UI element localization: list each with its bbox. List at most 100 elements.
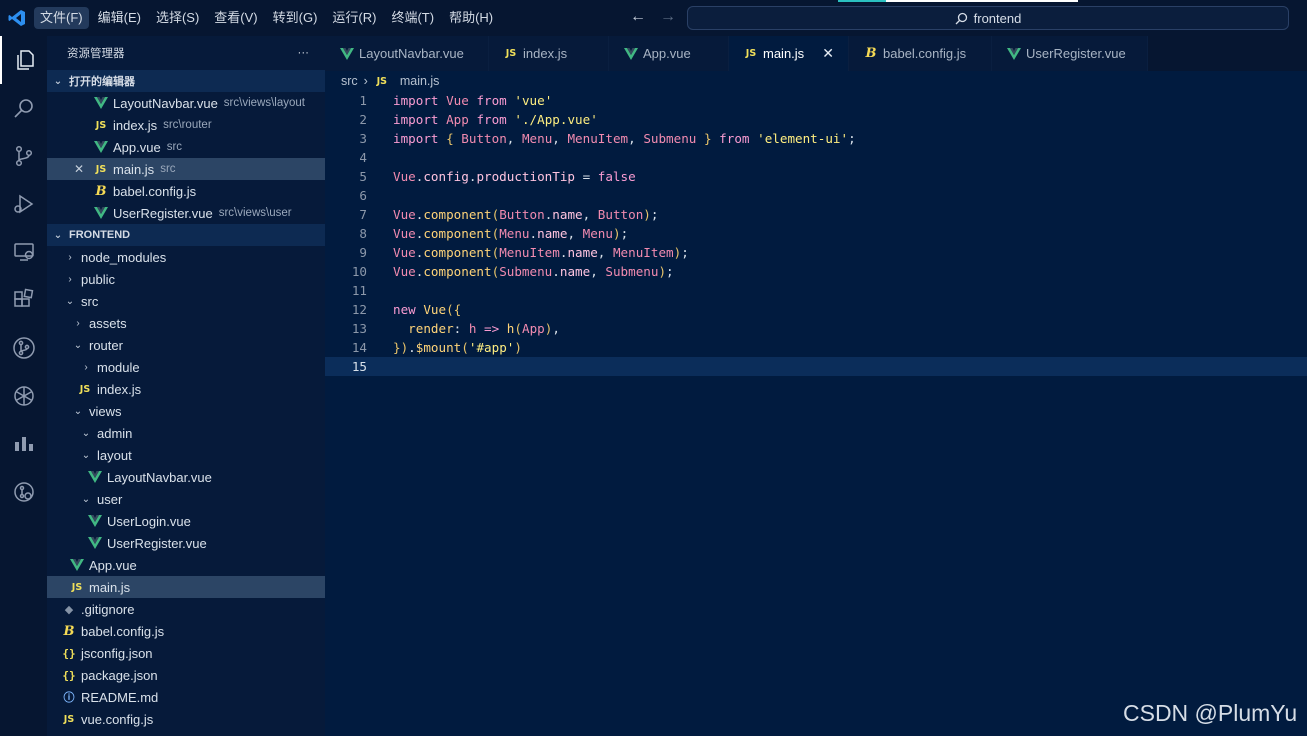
open-editors-label: 打开的编辑器 [69, 76, 135, 88]
code-line[interactable]: 7 Vue.component(Button.name, Button); [325, 205, 1307, 224]
code-text: Vue.component(Button.name, Button); [393, 207, 659, 222]
js-file-icon: JS [63, 713, 75, 725]
menu-go[interactable]: 转到(G) [267, 7, 324, 29]
forward-arrow-icon[interactable]: → [660, 8, 676, 26]
tab-layoutnavbar[interactable]: LayoutNavbar.vue [325, 36, 489, 71]
open-editor-item[interactable]: LayoutNavbar.vue src\views\layout [47, 92, 325, 114]
openai-icon[interactable] [0, 372, 47, 420]
code-line[interactable]: 14}).$mount('#app') [325, 338, 1307, 357]
code-line[interactable]: 2 import App from './App.vue' [325, 110, 1307, 129]
chevron-right-icon: › [68, 273, 72, 285]
charts-icon[interactable] [0, 420, 47, 468]
project-section[interactable]: ⌄ FRONTEND [47, 224, 325, 246]
extensions-icon[interactable] [0, 276, 47, 324]
code-text: import Vue from 'vue' [393, 93, 553, 108]
tree-folder[interactable]: ⌄ layout [47, 444, 325, 466]
tree-folder[interactable]: › module [47, 356, 325, 378]
code-line[interactable]: 4 [325, 148, 1307, 167]
open-editor-item[interactable]: UserRegister.vue src\views\user [47, 202, 325, 224]
tree-file[interactable]: App.vue [47, 554, 325, 576]
tree-file[interactable]: LayoutNavbar.vue [47, 466, 325, 488]
tab-index-js[interactable]: JS index.js [489, 36, 609, 71]
chevron-down-icon: ⌄ [81, 493, 91, 505]
tree-file[interactable]: {} jsconfig.json [47, 642, 325, 664]
back-arrow-icon[interactable]: ← [630, 8, 646, 26]
chevron-down-icon: ⌄ [53, 75, 63, 87]
tab-babel-config[interactable]: B babel.config.js [849, 36, 992, 71]
code-line[interactable]: 1 import Vue from 'vue' [325, 91, 1307, 110]
tree-file[interactable]: UserLogin.vue [47, 510, 325, 532]
tree-folder[interactable]: › public [47, 268, 325, 290]
open-editor-item[interactable]: B babel.config.js [47, 180, 325, 202]
code-line[interactable]: 3 import { Button, Menu, MenuItem, Submen… [325, 129, 1307, 148]
code-line[interactable]: 8 Vue.component(Menu.name, Menu); [325, 224, 1307, 243]
tree-folder[interactable]: › assets [47, 312, 325, 334]
code-line[interactable]: 13 render: h => h(App), [325, 319, 1307, 338]
code-text: Vue.component(Submenu.name, Submenu); [393, 264, 674, 279]
tree-folder[interactable]: ⌄ views [47, 400, 325, 422]
code-line[interactable]: 5 Vue.config.productionTip = false [325, 167, 1307, 186]
more-actions-icon[interactable]: ··· [298, 47, 310, 59]
code-text: import { Button, Menu, MenuItem, Submenu… [393, 131, 856, 146]
tree-file[interactable]: {} package.json [47, 664, 325, 686]
search-icon[interactable] [0, 84, 47, 132]
code-text: render: h => h(App), [408, 321, 560, 336]
explorer-sidebar: 资源管理器 ··· ⌄ 打开的编辑器 LayoutNavbar.vue src\… [47, 36, 325, 736]
remote-explorer-icon[interactable] [0, 228, 47, 276]
tree-file[interactable]: JS index.js [47, 378, 325, 400]
code-line[interactable]: 6 [325, 186, 1307, 205]
menu-selection[interactable]: 选择(S) [150, 7, 205, 29]
run-debug-icon[interactable] [0, 180, 47, 228]
tab-app-vue[interactable]: App.vue [609, 36, 729, 71]
open-editors-section[interactable]: ⌄ 打开的编辑器 [47, 70, 325, 92]
tree-folder[interactable]: › node_modules [47, 246, 325, 268]
gitlens-icon[interactable] [0, 324, 47, 372]
code-line[interactable]: 9 Vue.component(MenuItem.name, MenuItem); [325, 243, 1307, 262]
tree-folder[interactable]: ⌄ admin [47, 422, 325, 444]
breadcrumb-file[interactable]: main.js [400, 74, 440, 88]
title-bar: 文件(F) 编辑(E) 选择(S) 查看(V) 转到(G) 运行(R) 终端(T… [0, 0, 1307, 36]
chevron-down-icon: ⌄ [81, 449, 91, 461]
open-editor-item[interactable]: JS index.js src\router [47, 114, 325, 136]
menu-terminal[interactable]: 终端(T) [385, 7, 440, 29]
tree-folder[interactable]: ⌄ src [47, 290, 325, 312]
source-control-icon[interactable] [0, 132, 47, 180]
vscode-logo-icon [0, 0, 34, 36]
js-file-icon: JS [376, 75, 388, 87]
code-line[interactable]: 10 Vue.component(Submenu.name, Submenu); [325, 262, 1307, 281]
close-icon[interactable]: ✕ [71, 162, 87, 176]
menu-run[interactable]: 运行(R) [326, 7, 382, 29]
open-editor-item[interactable]: App.vue src [47, 136, 325, 158]
code-editor[interactable]: 1 import Vue from 'vue' 2 import App from … [325, 91, 1307, 736]
navigation-arrows: ← → [630, 8, 676, 26]
tree-file[interactable]: B babel.config.js [47, 620, 325, 642]
timeline-icon[interactable] [0, 468, 47, 516]
vue-file-icon [87, 471, 103, 483]
menu-edit[interactable]: 编辑(E) [92, 7, 147, 29]
babel-file-icon: B [865, 46, 877, 61]
tree-file[interactable]: JS vue.config.js [47, 708, 325, 730]
tab-main-js[interactable]: JS main.js ✕ [729, 36, 849, 71]
breadcrumb-folder[interactable]: src [341, 74, 358, 88]
tree-file-selected[interactable]: JS main.js [47, 576, 325, 598]
code-line[interactable]: 12 new Vue({ [325, 300, 1307, 319]
tree-folder[interactable]: ⌄ user [47, 488, 325, 510]
command-center-search[interactable]: frontend [687, 6, 1289, 30]
menu-help[interactable]: 帮助(H) [443, 7, 499, 29]
tree-file[interactable]: ⓘ README.md [47, 686, 325, 708]
sidebar-title: 资源管理器 [67, 48, 125, 60]
code-line[interactable]: 11 [325, 281, 1307, 300]
menu-file[interactable]: 文件(F) [34, 7, 89, 29]
tree-file[interactable]: UserRegister.vue [47, 532, 325, 554]
close-icon[interactable]: ✕ [822, 45, 834, 62]
chevron-right-icon: › [84, 361, 88, 373]
babel-file-icon: B [63, 623, 75, 639]
tree-folder[interactable]: ⌄ router [47, 334, 325, 356]
watermark: CSDN @PlumYu [1123, 700, 1298, 726]
code-line-current[interactable]: 15 [325, 357, 1307, 376]
tab-userregister[interactable]: UserRegister.vue [992, 36, 1148, 71]
tree-file[interactable]: ◆ .gitignore [47, 598, 325, 620]
explorer-icon[interactable] [0, 36, 47, 84]
menu-view[interactable]: 查看(V) [208, 7, 263, 29]
open-editor-item-active[interactable]: ✕ JS main.js src [47, 158, 325, 180]
